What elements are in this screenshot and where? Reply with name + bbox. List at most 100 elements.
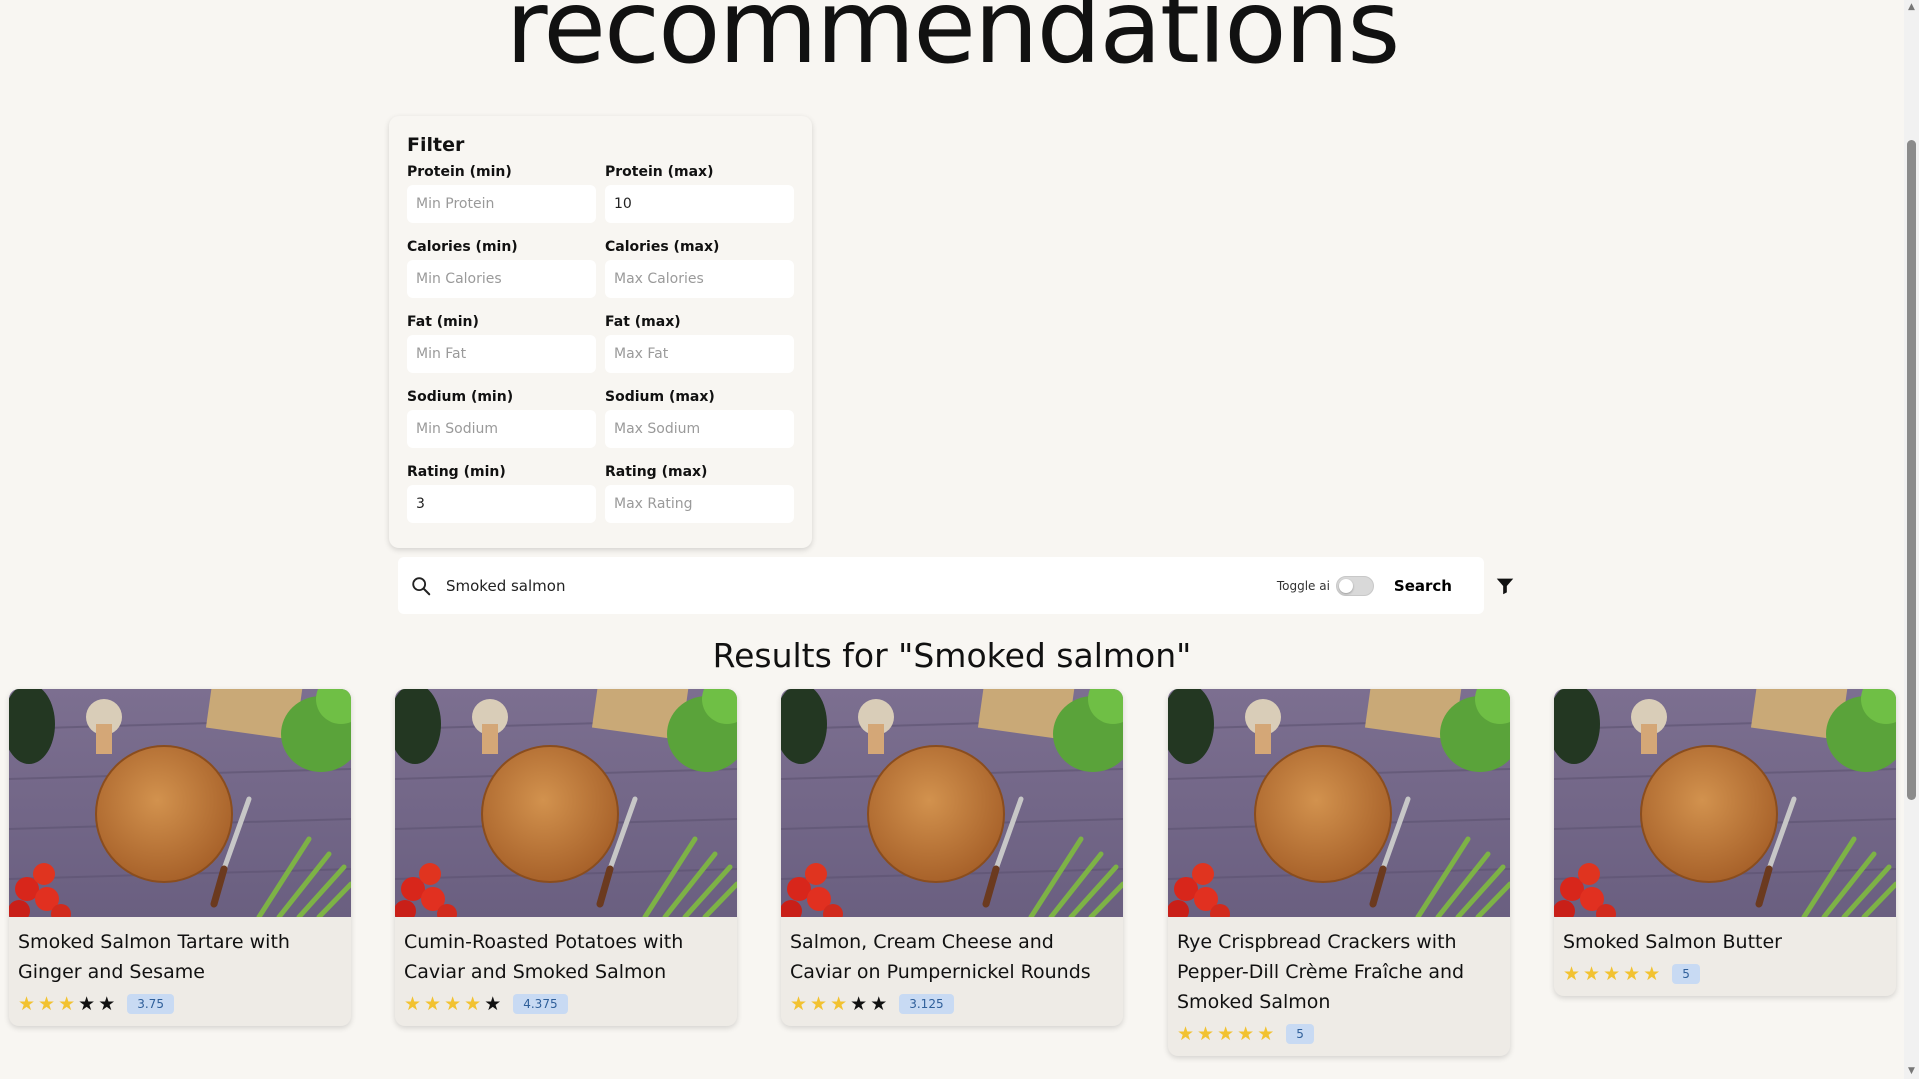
filter-icon[interactable] [1494,575,1516,597]
sodium-max-input[interactable] [605,410,794,448]
rating-row: ★ ★ ★ ★ ★ 3.75 [18,992,342,1016]
star-icon: ★ [404,993,422,1015]
star-icon: ★ [424,993,442,1015]
rating-badge: 4.375 [513,994,568,1014]
scroll-up-arrow[interactable]: ▲ [1907,3,1916,12]
filter-field-sodium-max: Sodium (max) [605,389,794,464]
rating-badge: 5 [1672,964,1700,984]
rating-badge: 3.75 [127,994,174,1014]
recipe-card[interactable]: Smoked Salmon Butter ★ ★ ★ ★ ★ 5 [1554,689,1896,996]
filter-field-protein-max: Protein (max) [605,164,794,239]
star-icon: ★ [98,993,116,1015]
filter-heading: Filter [407,134,465,156]
star-icon: ★ [78,993,96,1015]
field-label: Rating (min) [407,464,506,480]
star-icon: ★ [484,993,502,1015]
field-label: Protein (min) [407,164,512,180]
rating-badge: 3.125 [899,994,954,1014]
search-icon [412,576,431,595]
search-bar: Toggle ai Search [398,557,1484,614]
calories-max-input[interactable] [605,260,794,298]
filter-field-rating-max: Rating (max) [605,464,794,539]
filter-field-rating-min: Rating (min) [407,464,596,539]
star-icon: ★ [464,993,482,1015]
filter-field-protein-min: Protein (min) [407,164,596,239]
fat-min-input[interactable] [407,335,596,373]
filter-field-fat-max: Fat (max) [605,314,794,389]
recipe-title[interactable]: Cumin-Roasted Potatoes with Caviar and S… [404,927,728,987]
star-icon: ★ [58,993,76,1015]
recipe-title[interactable]: Salmon, Cream Cheese and Caviar on Pumpe… [790,927,1114,987]
recipe-card[interactable]: Salmon, Cream Cheese and Caviar on Pumpe… [781,689,1123,1026]
star-icon: ★ [1583,963,1601,985]
filter-field-fat-min: Fat (min) [407,314,596,389]
scroll-down-arrow[interactable]: ▼ [1907,1067,1916,1076]
star-icon: ★ [1643,963,1661,985]
star-icon: ★ [1217,1023,1235,1045]
filter-panel: Filter Protein (min) Protein (max) Calor… [389,116,812,548]
scrollbar[interactable]: ▲ ▼ [1904,0,1919,1079]
filter-field-sodium-min: Sodium (min) [407,389,596,464]
results-title: Results for "Smoked salmon" [712,636,1192,675]
star-icon: ★ [850,993,868,1015]
star-icon: ★ [790,993,808,1015]
star-icon: ★ [1257,1023,1275,1045]
rating-min-input[interactable] [407,485,596,523]
recipe-image[interactable] [395,689,737,917]
field-label: Calories (max) [605,239,720,255]
star-icon: ★ [18,993,36,1015]
recipe-card[interactable]: Rye Crispbread Crackers with Pepper-Dill… [1168,689,1510,1056]
recipe-card[interactable]: Smoked Salmon Tartare with Ginger and Se… [9,689,351,1026]
recipe-title[interactable]: Smoked Salmon Tartare with Ginger and Se… [18,927,342,987]
fat-max-input[interactable] [605,335,794,373]
field-label: Sodium (min) [407,389,514,405]
recipe-image[interactable] [781,689,1123,917]
rating-row: ★ ★ ★ ★ ★ 3.125 [790,992,1114,1016]
toggle-ai-switch[interactable] [1335,575,1374,596]
scrollbar-thumb[interactable] [1907,140,1916,800]
rating-badge: 5 [1286,1024,1314,1044]
rating-row: ★ ★ ★ ★ ★ 4.375 [404,992,728,1016]
filter-field-calories-max: Calories (max) [605,239,794,314]
field-label: Sodium (max) [605,389,715,405]
card-body: Rye Crispbread Crackers with Pepper-Dill… [1168,917,1510,1056]
star-icon: ★ [810,993,828,1015]
protein-min-input[interactable] [407,185,596,223]
star-icon: ★ [1197,1023,1215,1045]
search-button[interactable]: Search [1388,576,1458,596]
filter-grid: Protein (min) Protein (max) Calories (mi… [407,164,794,539]
calories-min-input[interactable] [407,260,596,298]
star-icon: ★ [1563,963,1581,985]
rating-row: ★ ★ ★ ★ ★ 5 [1177,1022,1501,1046]
recipe-image[interactable] [1168,689,1510,917]
star-icon: ★ [1623,963,1641,985]
recipe-card[interactable]: Cumin-Roasted Potatoes with Caviar and S… [395,689,737,1026]
star-icon: ★ [1603,963,1621,985]
card-body: Cumin-Roasted Potatoes with Caviar and S… [395,917,737,1026]
recipe-title[interactable]: Rye Crispbread Crackers with Pepper-Dill… [1177,927,1501,1017]
sodium-min-input[interactable] [407,410,596,448]
star-icon: ★ [38,993,56,1015]
card-body: Smoked Salmon Butter ★ ★ ★ ★ ★ 5 [1554,917,1896,996]
rating-row: ★ ★ ★ ★ ★ 5 [1563,962,1887,986]
recipe-image[interactable] [9,689,351,917]
rating-max-input[interactable] [605,485,794,523]
field-label: Fat (min) [407,314,479,330]
field-label: Protein (max) [605,164,714,180]
recipe-image[interactable] [1554,689,1896,917]
recipe-title[interactable]: Smoked Salmon Butter [1563,927,1887,957]
filter-field-calories-min: Calories (min) [407,239,596,314]
star-icon: ★ [1177,1023,1195,1045]
page-title: recommendations [505,0,1401,87]
field-label: Rating (max) [605,464,708,480]
star-icon: ★ [870,993,888,1015]
toggle-knob [1338,578,1353,593]
protein-max-input[interactable] [605,185,794,223]
field-label: Calories (min) [407,239,518,255]
search-input[interactable] [444,575,1277,596]
card-body: Smoked Salmon Tartare with Ginger and Se… [9,917,351,1026]
field-label: Fat (max) [605,314,681,330]
card-body: Salmon, Cream Cheese and Caviar on Pumpe… [781,917,1123,1026]
star-icon: ★ [444,993,462,1015]
toggle-ai-label: Toggle ai [1276,578,1330,593]
